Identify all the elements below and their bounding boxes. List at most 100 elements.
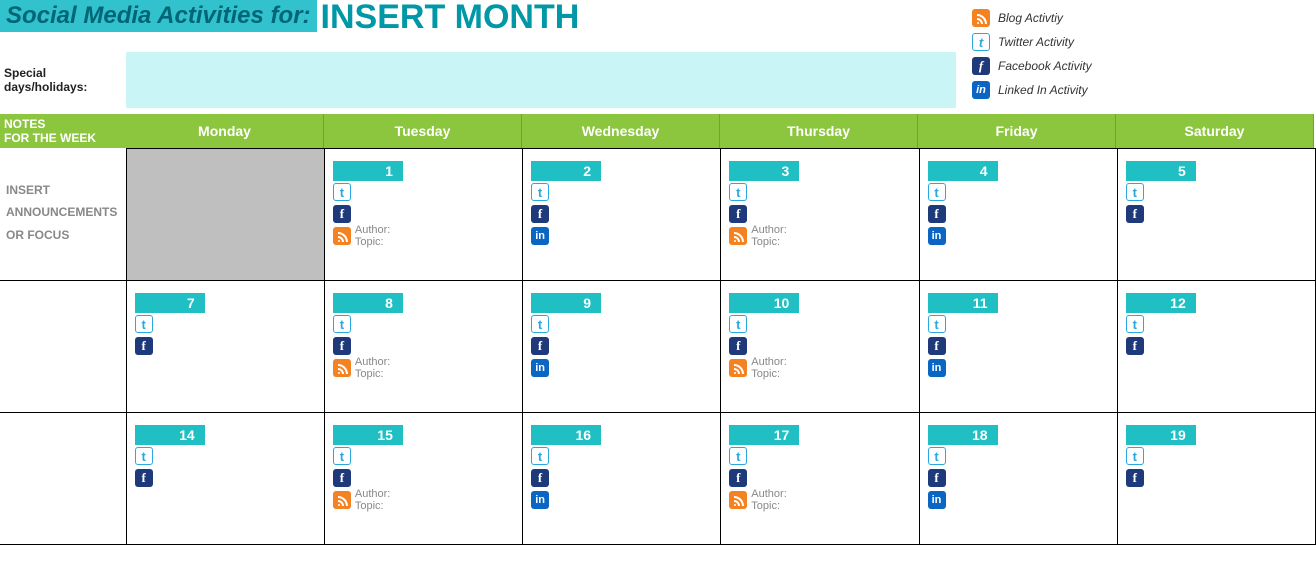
date-badge: 1 [333,161,403,181]
facebook-icon: f [1126,337,1144,355]
rss-icon [333,491,351,509]
twitter-icon: t [972,33,990,51]
facebook-icon: f [972,57,990,75]
calendar-cell[interactable]: 4 tf in [919,149,1117,281]
day-header: Monday [126,114,324,148]
date-badge: 18 [928,425,998,445]
linkedin-icon: in [928,491,946,509]
calendar-cell[interactable]: 3tfAuthor:Topic: [721,149,919,281]
twitter-icon: t [729,315,747,333]
twitter-icon: t [729,183,747,201]
twitter-icon: t [333,447,351,465]
legend-label: Linked In Activity [998,83,1088,97]
facebook-icon: f [531,337,549,355]
facebook-icon: f [928,337,946,355]
day-header: Tuesday [324,114,522,148]
calendar-cell[interactable]: 11tfin [919,281,1117,413]
week-notes[interactable]: INSERTANNOUNCEMENTSOR FOCUS [0,149,126,281]
facebook-icon: f [135,469,153,487]
twitter-icon: t [1126,183,1144,201]
twitter-icon: t [135,447,153,465]
date-badge: 8 [333,293,403,313]
date-badge: 17 [729,425,799,445]
facebook-icon: f [1126,205,1144,223]
day-header: Thursday [720,114,918,148]
calendar-cell[interactable]: 18 tf in [919,413,1117,545]
special-days-input[interactable] [126,52,956,108]
day-header: Wednesday [522,114,720,148]
calendar-cell[interactable] [126,149,324,281]
date-badge: 16 [531,425,601,445]
date-badge: 12 [1126,293,1196,313]
twitter-icon: t [531,315,549,333]
legend-item: inLinked In Activity [972,78,1092,102]
special-days-label: Special days/holidays: [0,52,126,108]
week-notes[interactable] [0,413,126,545]
facebook-icon: f [729,337,747,355]
facebook-icon: f [928,205,946,223]
calendar-cell[interactable]: 19tf [1117,413,1315,545]
calendar-grid: INSERTANNOUNCEMENTSOR FOCUS1tfAuthor:Top… [0,148,1316,545]
date-badge: 7 [135,293,205,313]
page-title-prefix: Social Media Activities for: [0,0,317,32]
linkedin-icon: in [531,359,549,377]
twitter-icon: t [135,315,153,333]
blog-meta: Author:Topic: [351,224,390,248]
twitter-icon: t [333,315,351,333]
facebook-icon: f [333,469,351,487]
calendar-cell[interactable]: 7tf [126,281,324,413]
facebook-icon: f [1126,469,1144,487]
calendar-cell[interactable]: 9 tf in [523,281,721,413]
date-badge: 10 [729,293,799,313]
calendar-cell[interactable]: 12 tf [1117,281,1315,413]
legend-item: f Facebook Activity [972,54,1092,78]
calendar-cell[interactable]: 8 tfAuthor:Topic: [324,281,522,413]
day-header: Saturday [1116,114,1314,148]
blog-meta: Author:Topic: [351,356,390,380]
rss-icon [729,359,747,377]
facebook-icon: f [531,205,549,223]
rss-icon [333,227,351,245]
calendar-cell[interactable]: 17tfAuthor:Topic: [721,413,919,545]
twitter-icon: t [928,183,946,201]
facebook-icon: f [928,469,946,487]
twitter-icon: t [531,183,549,201]
linkedin-icon: in [531,227,549,245]
date-badge: 5 [1126,161,1196,181]
date-badge: 4 [928,161,998,181]
calendar-cell[interactable]: 15tfAuthor:Topic: [324,413,522,545]
date-badge: 14 [135,425,205,445]
notes-header: NOTES FOR THE WEEK [0,114,126,148]
blog-meta: Author:Topic: [351,488,390,512]
calendar-cell[interactable]: 2 tf in [523,149,721,281]
calendar-cell[interactable]: 1tfAuthor:Topic: [324,149,522,281]
blog-meta: Author:Topic: [747,488,786,512]
calendar-cell[interactable]: 14 tf [126,413,324,545]
legend-label: Blog Activtiy [998,11,1063,25]
date-badge: 9 [531,293,601,313]
date-badge: 3 [729,161,799,181]
facebook-icon: f [333,205,351,223]
facebook-icon: f [333,337,351,355]
twitter-icon: t [928,447,946,465]
legend-item: t Twitter Activity [972,30,1092,54]
legend: Blog Activtiy t Twitter Activity f Facebook … [972,6,1092,102]
legend-label: Twitter Activity [998,35,1074,49]
facebook-icon: f [531,469,549,487]
calendar-cell[interactable]: 16tfin [523,413,721,545]
calendar-cell[interactable]: 5 tf [1117,149,1315,281]
date-badge: 2 [531,161,601,181]
week-notes[interactable] [0,281,126,413]
twitter-icon: t [1126,315,1144,333]
legend-label: Facebook Activity [998,59,1092,73]
day-header: Friday [918,114,1116,148]
blog-meta: Author:Topic: [747,356,786,380]
page-title-month[interactable]: INSERT MONTH [317,0,580,34]
calendar-cell[interactable]: 10 tfAuthor:Topic: [721,281,919,413]
twitter-icon: t [531,447,549,465]
linkedin-icon: in [928,227,946,245]
rss-icon [333,359,351,377]
legend-item: Blog Activtiy [972,6,1092,30]
blog-meta: Author:Topic: [747,224,786,248]
date-badge: 19 [1126,425,1196,445]
